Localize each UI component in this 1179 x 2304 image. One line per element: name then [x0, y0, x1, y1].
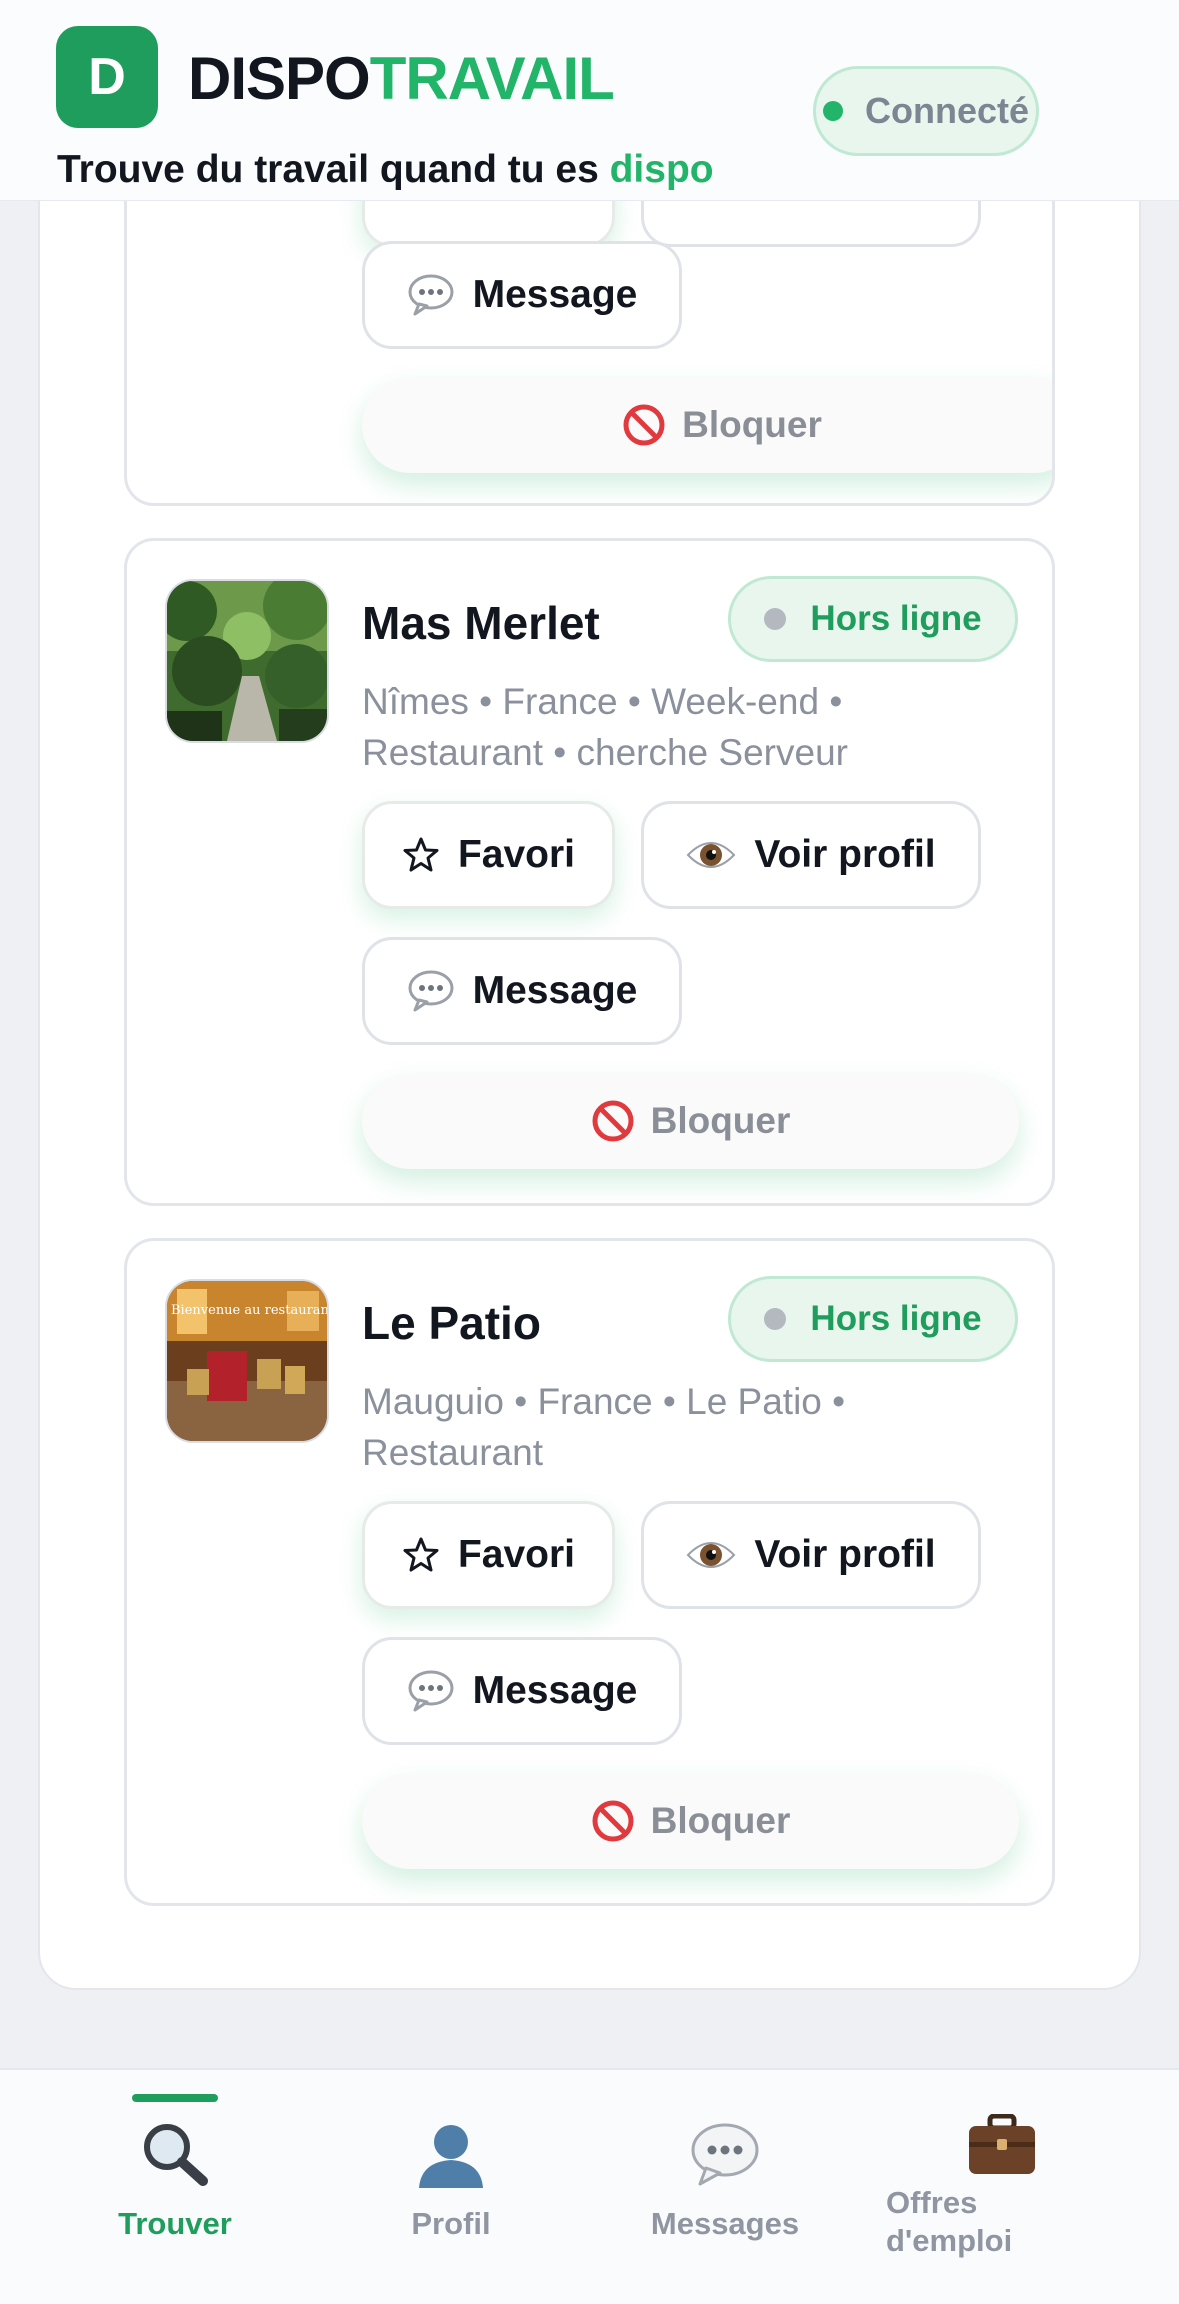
- block-button-label: Bloquer: [650, 1800, 791, 1841]
- message-button[interactable]: Message: [362, 241, 682, 349]
- photo-caption: Bienvenue au restaurant: [171, 1303, 327, 1318]
- message-button[interactable]: Message: [362, 1637, 682, 1745]
- brand-part-2: TRAVAIL: [369, 45, 615, 112]
- favorite-button-label: Favori: [457, 833, 576, 876]
- details-line-1: Mauguio • France • Le Patio •: [362, 1381, 846, 1422]
- user-icon: [416, 2120, 486, 2193]
- offline-dot-icon: [764, 1308, 787, 1330]
- message-button-label: Message: [472, 969, 638, 1012]
- nav-item-profil[interactable]: Profil: [356, 2070, 546, 2304]
- nav-item-trouver[interactable]: Trouver: [80, 2070, 270, 2304]
- connection-status-badge[interactable]: Connecté: [813, 66, 1039, 156]
- search-icon: [139, 2120, 211, 2193]
- favorite-button[interactable]: Favori: [362, 801, 615, 909]
- connection-status-label: Connecté: [864, 90, 1030, 131]
- chat-bubble-icon: [690, 2120, 760, 2193]
- view-profile-button[interactable]: Voir profil: [641, 1501, 981, 1609]
- tagline-accent: dispo: [609, 148, 714, 191]
- eye-icon: [686, 835, 736, 875]
- tagline-main: Trouve du travail quand tu es: [57, 148, 610, 191]
- nav-label: Profil: [411, 2206, 491, 2241]
- employer-photo[interactable]: Bienvenue au restaurant: [165, 1279, 329, 1443]
- block-button[interactable]: Bloquer: [362, 377, 1052, 473]
- details-line-1: Nîmes • France • Week-end •: [362, 681, 843, 722]
- employer-card: Mas Merlet Hors ligne Nîmes • France • W…: [124, 538, 1055, 1206]
- view-profile-button[interactable]: Voir profil: [641, 801, 981, 909]
- block-button[interactable]: Bloquer: [362, 1073, 1019, 1169]
- brand-name: DISPOTRAVAIL: [188, 44, 615, 113]
- offline-dot-icon: [764, 608, 787, 630]
- nav-item-offres-emploi[interactable]: Offres d'emploi: [886, 2070, 1036, 2304]
- online-dot-icon: [822, 101, 843, 121]
- app-header: D DISPOTRAVAIL Trouve du travail quand t…: [0, 0, 1179, 201]
- employer-name[interactable]: Mas Merlet: [362, 596, 600, 650]
- app-logo[interactable]: D: [56, 26, 158, 128]
- star-icon: [402, 1536, 440, 1574]
- message-button-label: Message: [472, 273, 638, 316]
- employer-details: Mauguio • France • Le Patio • Restaurant: [362, 1376, 1002, 1478]
- brand-part-1: DISPO: [188, 45, 371, 112]
- no-entry-icon: [591, 1799, 635, 1843]
- block-button[interactable]: Bloquer: [362, 1773, 1019, 1869]
- favorite-button-label: Favori: [457, 1533, 576, 1576]
- no-entry-icon: [622, 403, 666, 447]
- nav-label: Offres d'emploi: [886, 2185, 1013, 2258]
- message-button-label: Message: [472, 1669, 638, 1712]
- favorite-button[interactable]: Favori: [362, 1501, 615, 1609]
- star-icon: [402, 836, 440, 874]
- details-line-2: Restaurant • cherche Serveur: [362, 732, 848, 773]
- employer-photo[interactable]: [165, 579, 329, 743]
- tagline: Trouve du travail quand tu es dispo: [57, 148, 714, 192]
- bottom-nav: Trouver Profil Messages Offres d'emploi: [0, 2068, 1179, 2304]
- eye-icon: [686, 1535, 736, 1575]
- nav-label: Trouver: [118, 2206, 232, 2241]
- employer-card: Bienvenue au restaurant Le Patio Hors li…: [124, 1238, 1055, 1906]
- block-button-label: Bloquer: [682, 404, 822, 445]
- nav-label: Messages: [650, 2206, 800, 2241]
- no-entry-icon: [591, 1099, 635, 1143]
- status-badge-label: Hors ligne: [810, 599, 982, 638]
- employer-name[interactable]: Le Patio: [362, 1296, 541, 1350]
- details-line-2: Restaurant: [362, 1432, 543, 1473]
- message-button[interactable]: Message: [362, 937, 682, 1045]
- nav-item-messages[interactable]: Messages: [630, 2070, 820, 2304]
- view-profile-button-label: Voir profil: [754, 1533, 936, 1576]
- status-badge: Hors ligne: [728, 1276, 1018, 1362]
- view-profile-button-label: Voir profil: [754, 833, 936, 876]
- block-button-label: Bloquer: [650, 1100, 791, 1141]
- employer-details: Nîmes • France • Week-end • Restaurant •…: [362, 676, 1002, 778]
- speech-bubble-icon: [407, 1669, 455, 1713]
- speech-bubble-icon: [407, 969, 455, 1013]
- active-tab-indicator: [132, 2094, 218, 2102]
- speech-bubble-icon: [407, 273, 455, 317]
- briefcase-icon: [967, 2113, 1037, 2181]
- status-badge: Hors ligne: [728, 576, 1018, 662]
- status-badge-label: Hors ligne: [810, 1299, 982, 1338]
